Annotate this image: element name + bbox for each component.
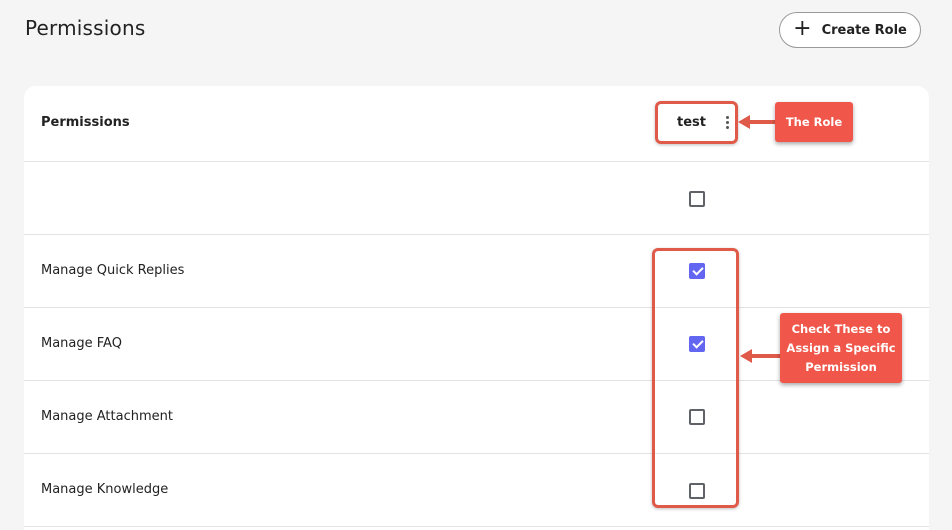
table-row: Manage Attachment <box>24 381 929 454</box>
checkbox-highlight-box <box>652 248 739 508</box>
role-arrow-icon <box>738 115 778 129</box>
checkbox-callout-line: Permission <box>805 359 877 374</box>
checkbox-callout-line: Check These to <box>791 321 891 336</box>
table-row: Manage Quick Replies <box>24 235 929 308</box>
permission-label: Manage Attachment <box>41 409 173 424</box>
plus-icon: + <box>793 16 812 41</box>
table-row <box>24 162 929 235</box>
permissions-table: Permissions test Manage Quick Replies Ma… <box>24 86 929 530</box>
checkbox-arrow-icon <box>740 349 782 363</box>
permissions-page: Permissions + Create Role Permissions te… <box>0 0 952 530</box>
permission-label: Manage Quick Replies <box>41 263 185 278</box>
permission-label: Manage Knowledge <box>41 482 169 497</box>
create-role-label: Create Role <box>821 22 907 38</box>
page-title: Permissions <box>25 16 146 40</box>
create-role-button[interactable]: + Create Role <box>779 12 921 48</box>
role-highlight-box <box>655 101 738 144</box>
permission-checkbox[interactable] <box>689 191 705 207</box>
table-row: Manage Knowledge <box>24 454 929 527</box>
column-header-permissions: Permissions <box>41 115 130 130</box>
checkbox-callout-line: Assign a Specific <box>786 340 896 355</box>
permission-label: Manage FAQ <box>41 336 122 351</box>
checkbox-callout: Check These to Assign a Specific Permiss… <box>780 313 902 383</box>
role-callout: The Role <box>775 102 853 142</box>
